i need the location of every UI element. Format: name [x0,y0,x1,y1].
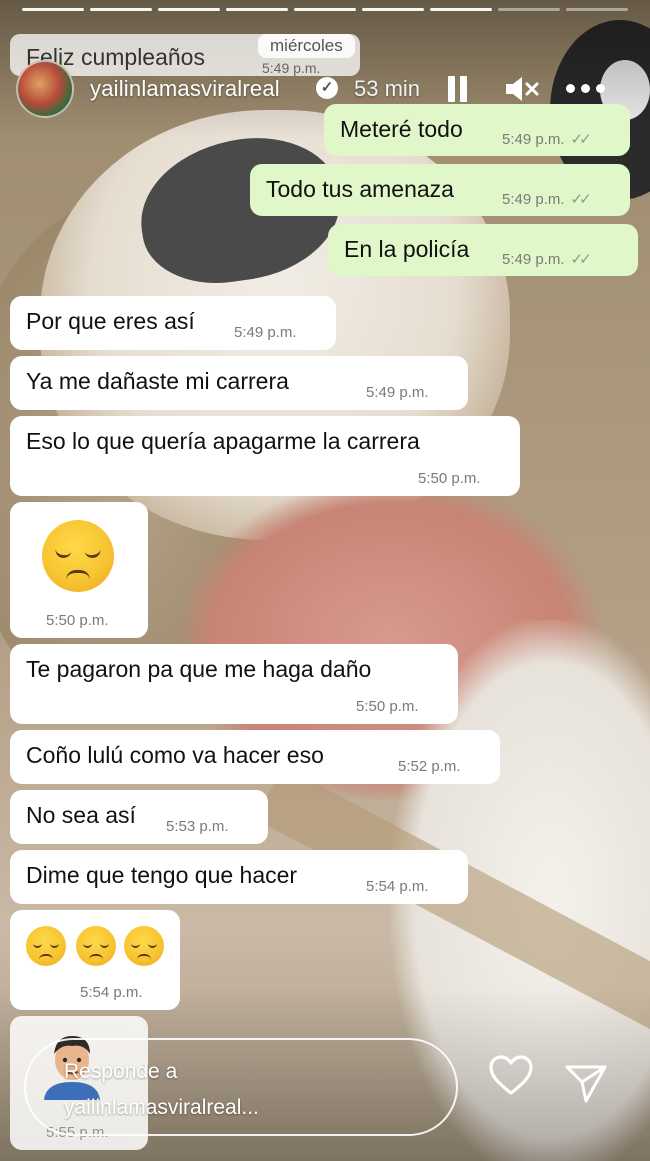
message-time: 5:49 p.m. [234,324,297,341]
send-icon[interactable] [564,1062,608,1104]
heart-icon[interactable] [488,1054,534,1096]
progress-segment [158,8,220,11]
username[interactable]: yailinlamasviralreal [90,76,280,102]
progress-segment [566,8,628,11]
progress-segment [362,8,424,11]
verified-badge-icon: ✓ [316,77,338,99]
message-bubble-incoming: Coño lulú como va hacer eso 5:52 p.m. [10,730,500,784]
disappointed-face-emoji [124,926,164,966]
message-time: 5:49 p.m. [502,251,565,268]
reply-placeholder-line1: Responde a [64,1060,178,1083]
message-bubble-outgoing: En la policía 5:49 p.m. ✓✓ [328,224,638,276]
message-bubble-incoming: No sea así 5:53 p.m. [10,790,268,844]
message-time: 5:49 p.m. [502,191,565,208]
message-time: 5:49 p.m. [502,131,565,148]
disappointed-face-emoji [42,520,114,592]
progress-segment [90,8,152,11]
message-time: 5:53 p.m. [166,818,229,835]
message-bubble-incoming: Te pagaron pa que me haga daño 5:50 p.m. [10,644,458,724]
message-bubble-incoming: Eso lo que quería apagarme la carrera 5:… [10,416,520,496]
message-text: Meteré todo [340,116,463,142]
message-text: Eso lo que quería apagarme la carrera [26,428,420,454]
message-time: 5:54 p.m. [366,878,429,895]
progress-segment [226,8,288,11]
message-time: 5:54 p.m. [80,984,143,1001]
reply-placeholder-line2: yailinlamasviralreal... [64,1096,259,1119]
message-text: Coño lulú como va hacer eso [26,742,324,768]
day-separator: miércoles [258,34,355,58]
message-bubble-outgoing: Todo tus amenaza 5:49 p.m. ✓✓ [250,164,630,216]
progress-segment [430,8,492,11]
disappointed-face-emoji [76,926,116,966]
previous-message-time: 5:49 p.m. [262,60,321,76]
message-time: 5:50 p.m. [356,698,419,715]
message-text: Dime que tengo que hacer [26,862,298,888]
avatar[interactable] [16,60,74,118]
message-text: Por que eres así [26,308,195,334]
progress-segment [498,8,560,11]
pause-icon[interactable] [447,76,469,102]
message-bubble-incoming: 5:54 p.m. [10,910,180,1010]
message-time: 5:52 p.m. [398,758,461,775]
reply-input[interactable]: Responde a yailinlamasviralreal... [24,1038,458,1136]
message-bubble-incoming: 5:50 p.m. [10,502,148,638]
progress-segment [294,8,356,11]
more-options-icon[interactable] [566,84,606,94]
message-text: Todo tus amenaza [266,176,454,202]
story-header: Feliz cumpleaños 5:49 p.m. miércoles yai… [0,30,650,118]
message-text: Te pagaron pa que me haga daño [26,656,372,682]
read-receipt-icon: ✓✓ [570,131,592,148]
message-time: 5:50 p.m. [46,612,109,629]
message-bubble-incoming: Dime que tengo que hacer 5:54 p.m. [10,850,468,904]
read-receipt-icon: ✓✓ [570,251,592,268]
message-time: 5:49 p.m. [366,384,429,401]
message-bubble-incoming: Por que eres así 5:49 p.m. [10,296,336,350]
story-progress-bar [22,8,628,12]
message-text: Ya me dañaste mi carrera [26,368,289,394]
time-ago: 53 min [354,76,421,101]
read-receipt-icon: ✓✓ [570,191,592,208]
mute-icon[interactable] [504,74,540,104]
message-text: No sea así [26,802,136,828]
disappointed-face-emoji [26,926,66,966]
message-text: En la policía [344,236,470,262]
message-time: 5:50 p.m. [418,470,481,487]
message-bubble-outgoing: Meteré todo 5:49 p.m. ✓✓ [324,104,630,156]
progress-segment [22,8,84,11]
message-bubble-incoming: Ya me dañaste mi carrera 5:49 p.m. [10,356,468,410]
